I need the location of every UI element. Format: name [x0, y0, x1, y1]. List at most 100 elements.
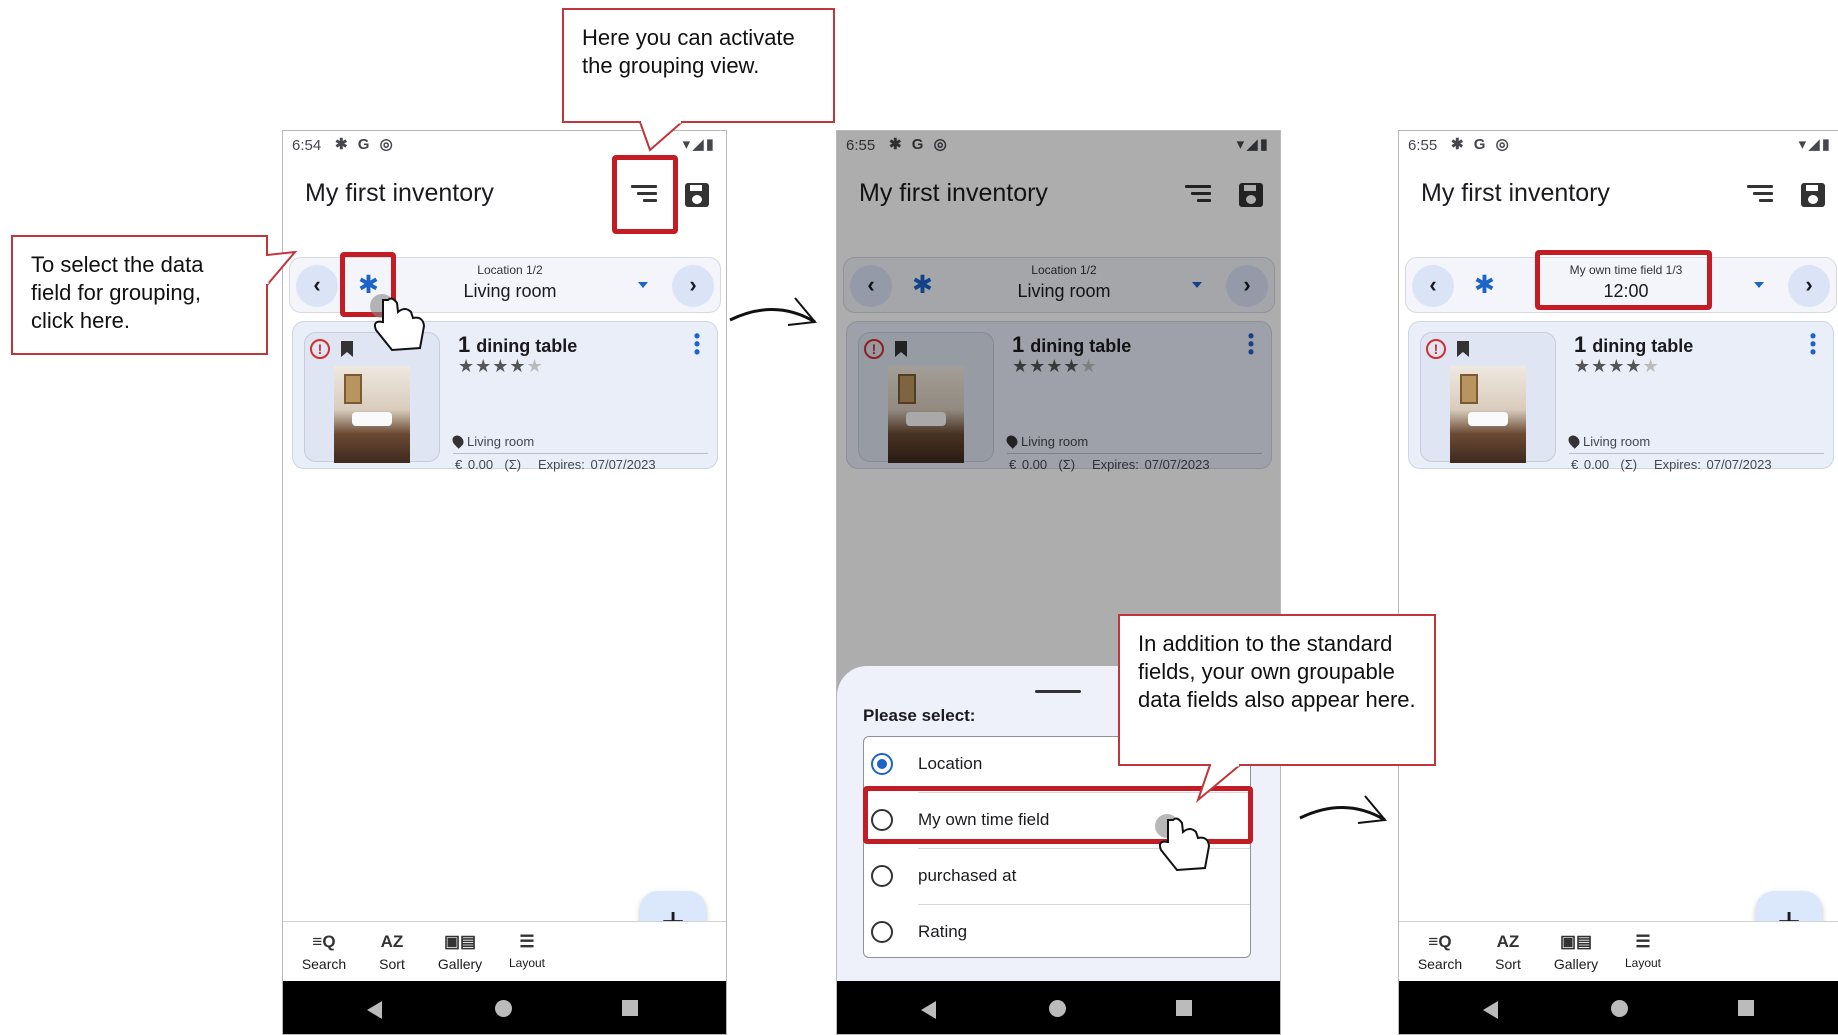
search-button[interactable]: ≡Q Search — [294, 932, 354, 972]
save-icon[interactable] — [1801, 183, 1825, 207]
divider — [1569, 453, 1824, 454]
item-quantity: 1 — [1574, 332, 1587, 357]
bookmark-icon — [895, 341, 907, 357]
flow-arrow-head — [1357, 795, 1387, 824]
highlight-own-time-field — [863, 786, 1253, 844]
item-price: € 0.00 — [1009, 457, 1048, 472]
bookmark-icon — [1457, 341, 1469, 357]
gallery-icon: ▣▤ — [1559, 932, 1593, 951]
dropdown-arrow-icon[interactable] — [1192, 282, 1202, 288]
bookmark-icon — [341, 341, 353, 357]
system-navigation-bar — [837, 981, 1280, 1034]
sort-button[interactable]: AZ Sort — [362, 932, 422, 972]
gallery-button[interactable]: ▣▤ Gallery — [430, 932, 490, 972]
gear-icon[interactable]: ✱ — [912, 270, 933, 300]
flow-arrow-head — [787, 297, 817, 326]
item-name-text: dining table — [476, 336, 578, 356]
item-photo — [888, 366, 964, 463]
status-notification-icons: ✱ G ◎ — [889, 136, 950, 153]
sort-label: Sort — [1495, 956, 1521, 972]
item-meta: € 0.00 (Σ) Expires: 07/07/2023 — [1009, 457, 1210, 472]
sort-icon: AZ — [1496, 932, 1520, 951]
next-group-button[interactable]: › — [1226, 265, 1268, 307]
back-icon[interactable] — [367, 1001, 382, 1019]
item-expires: Expires: 07/07/2023 — [537, 457, 656, 472]
search-button[interactable]: ≡Q Search — [1410, 932, 1470, 972]
radio-unselected[interactable] — [871, 865, 893, 887]
previous-group-button[interactable]: ‹ — [296, 265, 338, 307]
gallery-label: Gallery — [1553, 956, 1599, 972]
highlight-grouping-view — [612, 155, 678, 234]
grouping-view-icon[interactable] — [1747, 183, 1773, 205]
status-notification-icons: ✱ G ◎ — [335, 136, 396, 153]
layout-button[interactable]: ☰ Layout — [1613, 932, 1673, 970]
next-group-button[interactable]: › — [672, 265, 714, 307]
status-signal-battery-icon: ▾◢▮ — [682, 136, 716, 153]
item-rating: ★★★★★ — [1012, 356, 1098, 376]
dropdown-arrow-icon[interactable] — [638, 282, 648, 288]
previous-group-button[interactable]: ‹ — [1412, 265, 1454, 307]
previous-group-button[interactable]: ‹ — [850, 265, 892, 307]
option-purchased-at[interactable]: purchased at — [864, 849, 1250, 905]
layout-button[interactable]: ☰ Layout — [497, 932, 557, 970]
group-navigator: ‹ ✱ Location 1/2 Living room › — [843, 257, 1275, 313]
item-sum: (Σ) — [504, 457, 522, 472]
item-thumbnail: ! — [304, 332, 440, 463]
radio-selected[interactable] — [871, 753, 893, 775]
bottom-navigation: ≡Q Search AZ Sort ▣▤ Gallery ☰ Layout — [1399, 921, 1838, 981]
callout-own-fields: In addition to the standard fields, your… — [1118, 614, 1436, 766]
save-icon[interactable] — [685, 183, 709, 207]
item-card[interactable]: ! 1 dining table ★★★★★ • • • Living room € … — [846, 321, 1272, 472]
status-signal-battery-icon: ▾◢▮ — [1798, 136, 1832, 153]
callout-data-field-text: To select the data field for grouping, c… — [31, 252, 204, 333]
status-bar: 6:55 ✱ G ◎ ▾◢▮ — [837, 131, 1280, 159]
callout-data-field: To select the data field for grouping, c… — [11, 235, 268, 355]
option-label: Rating — [918, 922, 968, 941]
item-photo — [1450, 366, 1526, 463]
flow-arrow-icon — [1299, 806, 1386, 822]
back-icon[interactable] — [921, 1001, 936, 1019]
radio-unselected[interactable] — [871, 921, 893, 943]
item-meta: € 0.00 (Σ) Expires: 07/07/2023 — [1571, 457, 1772, 472]
group-value[interactable]: Living room — [944, 281, 1184, 302]
home-icon[interactable] — [1611, 1000, 1628, 1017]
status-time: 6:55 — [846, 137, 876, 154]
flow-arrow-icon — [729, 308, 816, 324]
gear-icon[interactable]: ✱ — [1474, 270, 1495, 300]
group-field-options: Location My own time field purchased at … — [863, 736, 1251, 958]
status-notification-icons: ✱ G ◎ — [1451, 136, 1512, 153]
sheet-drag-handle[interactable] — [1035, 690, 1081, 693]
alert-icon: ! — [864, 339, 884, 359]
callout-grouping-view: Here you can activate the grouping view. — [562, 8, 835, 123]
item-rating: ★★★★★ — [1574, 356, 1660, 376]
sort-button[interactable]: AZ Sort — [1478, 932, 1538, 972]
group-value[interactable]: Living room — [390, 281, 630, 302]
more-options-icon[interactable]: • • • — [1247, 327, 1255, 361]
home-icon[interactable] — [495, 1000, 512, 1017]
save-icon[interactable] — [1239, 183, 1263, 207]
item-card[interactable]: ! 1 dining table ★★★★★ • • • Living room € … — [292, 321, 718, 472]
back-icon[interactable] — [1483, 1001, 1498, 1019]
option-rating[interactable]: Rating — [864, 905, 1250, 961]
item-card[interactable]: ! 1 dining table ★★★★★ • • • Living room € … — [1408, 321, 1834, 472]
status-bar: 6:55 ✱ G ◎ ▾◢▮ — [1399, 131, 1838, 159]
location-pin-icon — [1004, 433, 1020, 449]
status-time: 6:55 — [1408, 137, 1438, 154]
grouping-view-icon[interactable] — [1185, 183, 1211, 205]
next-group-button[interactable]: › — [1788, 265, 1830, 307]
dropdown-arrow-icon[interactable] — [1754, 282, 1764, 288]
more-options-icon[interactable]: • • • — [693, 327, 701, 361]
gallery-label: Gallery — [437, 956, 483, 972]
app-title: My first inventory — [1421, 179, 1610, 207]
more-options-icon[interactable]: • • • — [1809, 327, 1817, 361]
recents-icon[interactable] — [1176, 1000, 1192, 1016]
item-expires: Expires: 07/07/2023 — [1653, 457, 1772, 472]
item-price: € 0.00 — [455, 457, 494, 472]
home-icon[interactable] — [1049, 1000, 1066, 1017]
recents-icon[interactable] — [622, 1000, 638, 1016]
gallery-button[interactable]: ▣▤ Gallery — [1546, 932, 1606, 972]
item-name-text: dining table — [1592, 336, 1694, 356]
recents-icon[interactable] — [1738, 1000, 1754, 1016]
layout-label: Layout — [508, 956, 546, 970]
highlight-gear — [340, 252, 396, 317]
